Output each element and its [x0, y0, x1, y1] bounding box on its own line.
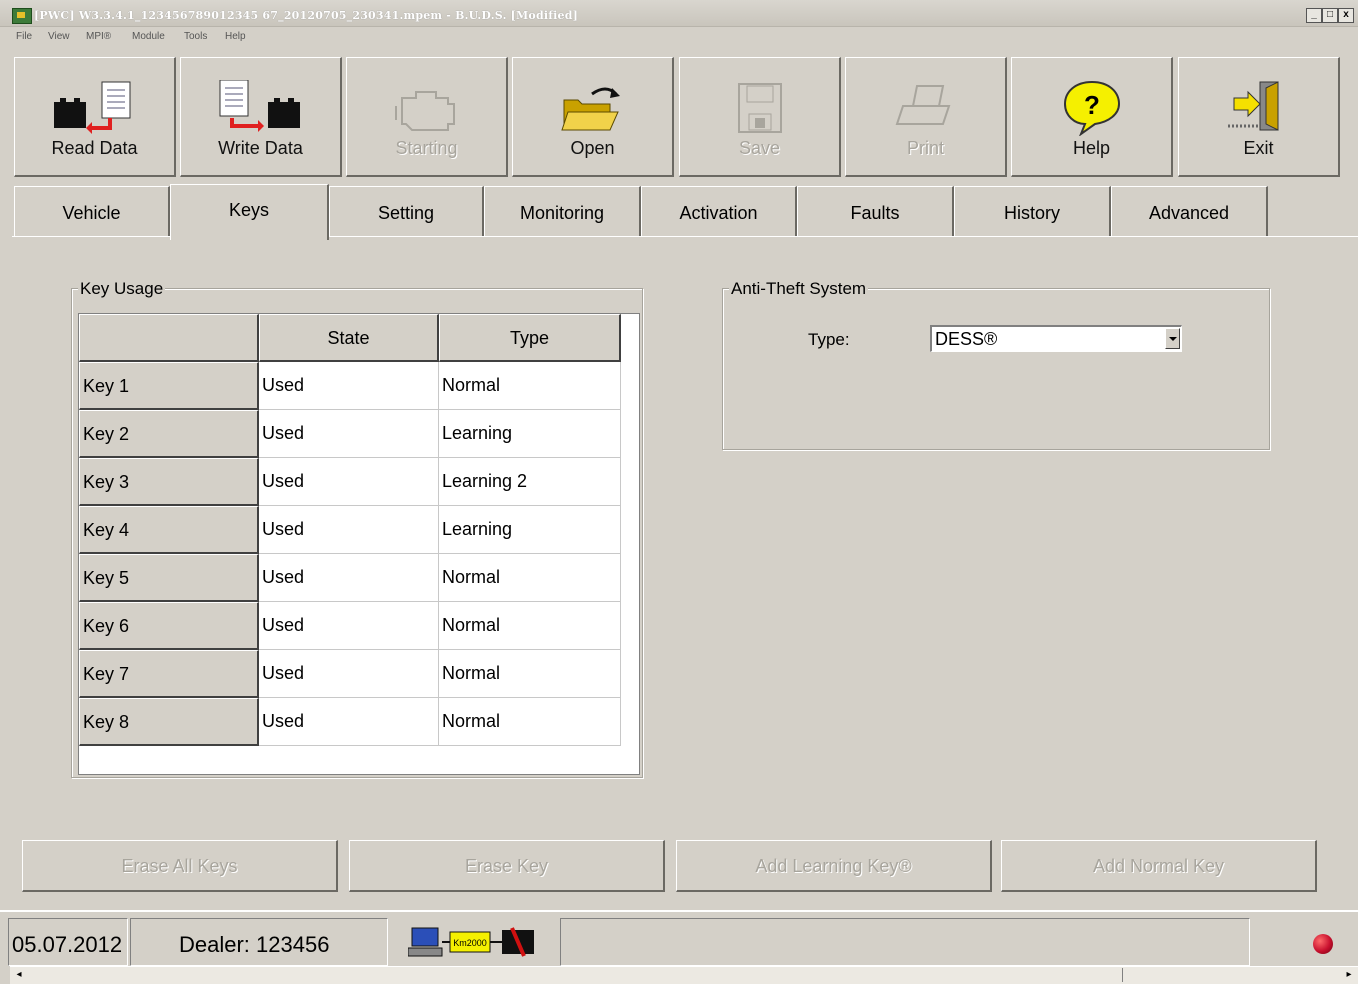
read-data-label: Read Data: [51, 138, 138, 158]
erase-all-keys-button[interactable]: Erase All Keys: [22, 840, 338, 892]
state-cell[interactable]: Used: [259, 554, 439, 602]
add-learning-key-button[interactable]: Add Learning Key®: [676, 840, 992, 892]
menu-module[interactable]: Module: [132, 31, 165, 42]
menu-tools[interactable]: Tools: [184, 31, 207, 42]
state-cell[interactable]: Used: [259, 506, 439, 554]
type-cell[interactable]: Normal: [439, 362, 621, 410]
open-label: Open: [570, 138, 615, 158]
type-cell[interactable]: Normal: [439, 554, 621, 602]
exit-button[interactable]: Exit: [1178, 57, 1340, 177]
engine-icon: [394, 91, 455, 131]
write-data-icon: [219, 80, 300, 132]
row-header-key2[interactable]: Key 2: [79, 410, 259, 458]
status-indicator-led: [1313, 934, 1333, 954]
print-label: Print: [906, 138, 944, 158]
close-button[interactable]: x: [1338, 8, 1354, 23]
tab-monitoring[interactable]: Monitoring: [484, 186, 641, 236]
save-label: Save: [738, 138, 781, 158]
menu-view[interactable]: View: [48, 31, 70, 42]
state-column-header[interactable]: State: [259, 314, 439, 362]
printer-icon: [895, 85, 950, 125]
type-label: Type:: [808, 330, 850, 349]
read-data-button[interactable]: Read Data: [14, 57, 176, 177]
type-cell[interactable]: Normal: [439, 602, 621, 650]
row-header-key8[interactable]: Key 8: [79, 698, 259, 746]
row-header-key4[interactable]: Key 4: [79, 506, 259, 554]
type-cell[interactable]: Learning: [439, 410, 621, 458]
status-dealer: Dealer: 123456: [179, 932, 330, 957]
tab-vehicle[interactable]: Vehicle: [14, 186, 170, 236]
status-message-panel: [560, 918, 1250, 966]
exit-label: Exit: [1243, 138, 1274, 158]
minimize-button[interactable]: _: [1306, 8, 1322, 23]
state-cell[interactable]: Used: [259, 458, 439, 506]
state-cell[interactable]: Used: [259, 602, 439, 650]
app-icon[interactable]: [12, 8, 32, 24]
row-header-key1[interactable]: Key 1: [79, 362, 259, 410]
type-cell[interactable]: Learning: [439, 506, 621, 554]
type-cell[interactable]: Normal: [439, 650, 621, 698]
tab-advanced[interactable]: Advanced: [1111, 186, 1268, 236]
starting-label: Starting: [395, 138, 458, 158]
tab-activation[interactable]: Activation: [641, 186, 797, 236]
write-data-label: Write Data: [218, 138, 303, 158]
erase-key-button[interactable]: Erase Key: [349, 840, 665, 892]
row-header-key7[interactable]: Key 7: [79, 650, 259, 698]
type-column-header[interactable]: Type: [439, 314, 621, 362]
state-cell[interactable]: Used: [259, 650, 439, 698]
window-title: [PWC] W3.3.4.1_123456789012345 67_201207…: [34, 9, 579, 22]
scroll-left-arrow-icon[interactable]: ◂: [12, 968, 26, 982]
chevron-down-icon[interactable]: [1165, 328, 1180, 349]
tab-keys[interactable]: Keys: [170, 184, 329, 240]
menu-help[interactable]: Help: [225, 31, 246, 42]
svg-text:?: ?: [1084, 90, 1100, 120]
interface-connection-icon: Km2000: [408, 927, 534, 957]
type-cell[interactable]: Learning 2: [439, 458, 621, 506]
menu-file[interactable]: File: [16, 31, 32, 42]
key-usage-table[interactable]: State Type Key 1 Used Normal Key 2 Used …: [78, 313, 640, 775]
type-dropdown-value: DESS®: [935, 329, 998, 349]
anti-theft-legend: Anti-Theft System: [729, 279, 869, 299]
table-empty-area: [79, 746, 621, 764]
maximize-button[interactable]: □: [1322, 8, 1338, 23]
tab-faults[interactable]: Faults: [797, 186, 954, 236]
save-button[interactable]: Save: [679, 57, 841, 177]
table-corner-header: [79, 314, 259, 362]
write-data-button[interactable]: Write Data: [180, 57, 342, 177]
print-button[interactable]: Print: [845, 57, 1007, 177]
state-cell[interactable]: Used: [259, 362, 439, 410]
scroll-right-arrow-icon[interactable]: ▸: [1342, 968, 1356, 982]
type-cell[interactable]: Normal: [439, 698, 621, 746]
help-question-icon: ?: [1063, 80, 1120, 136]
folder-open-icon: [560, 87, 620, 131]
row-header-key3[interactable]: Key 3: [79, 458, 259, 506]
key-usage-legend: Key Usage: [78, 279, 166, 299]
state-cell[interactable]: Used: [259, 698, 439, 746]
help-label: Help: [1072, 138, 1111, 158]
type-dropdown[interactable]: DESS®: [930, 325, 1182, 352]
read-data-icon: [53, 81, 130, 134]
menu-mpi[interactable]: MPI®: [86, 31, 111, 42]
scrollbar-thumb[interactable]: [28, 968, 1123, 982]
floppy-disk-icon: [737, 83, 782, 133]
state-cell[interactable]: Used: [259, 410, 439, 458]
starting-button[interactable]: Starting: [346, 57, 508, 177]
row-header-key5[interactable]: Key 5: [79, 554, 259, 602]
add-normal-key-button[interactable]: Add Normal Key: [1001, 840, 1317, 892]
help-button[interactable]: ? Help: [1011, 57, 1173, 177]
status-date: 05.07.2012: [12, 932, 123, 957]
open-button[interactable]: Open: [512, 57, 674, 177]
row-header-key6[interactable]: Key 6: [79, 602, 259, 650]
interface-label: Km2000: [453, 938, 487, 948]
tab-setting[interactable]: Setting: [329, 186, 484, 236]
exit-door-icon: [1227, 81, 1278, 131]
anti-theft-group: [722, 288, 1270, 450]
tab-history[interactable]: History: [954, 186, 1111, 236]
